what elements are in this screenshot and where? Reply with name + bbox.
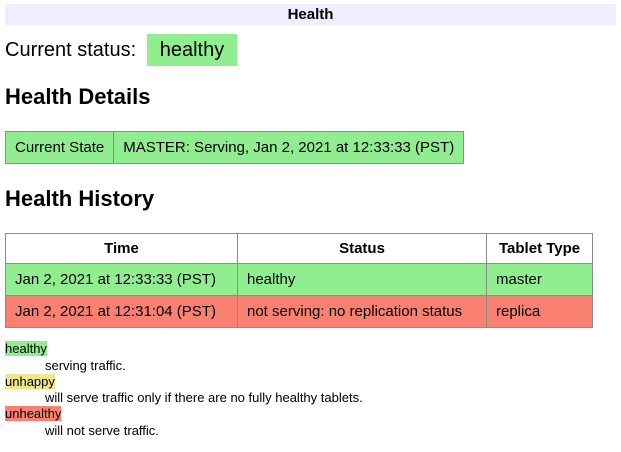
- legend-description-unhappy: will serve traffic only if there are no …: [45, 390, 616, 406]
- history-tablet-type-cell: replica: [487, 296, 593, 328]
- health-history-heading: Health History: [5, 187, 616, 211]
- history-status-cell: not serving: no replication status: [238, 296, 487, 328]
- legend-term-healthy: healthy: [5, 341, 616, 357]
- current-status-line: Current status: healthy: [5, 39, 616, 62]
- legend-description-unhealthy: will not serve traffic.: [45, 423, 616, 439]
- history-time-cell: Jan 2, 2021 at 12:33:33 (PST): [6, 264, 238, 296]
- legend-term-unhealthy: unhealthy: [5, 406, 616, 422]
- history-header-row: Time Status Tablet Type: [6, 234, 593, 264]
- page-title: Health: [288, 6, 334, 23]
- legend-term-unhealthy-badge: unhealthy: [5, 406, 61, 421]
- page-title-bar: Health: [5, 4, 616, 25]
- current-status-label: Current status:: [5, 39, 136, 61]
- health-details-table: Current State MASTER: Serving, Jan 2, 20…: [5, 131, 464, 164]
- legend-term-unhappy: unhappy: [5, 374, 616, 390]
- column-header-time: Time: [6, 234, 238, 264]
- legend-term-unhappy-badge: unhappy: [5, 374, 55, 389]
- history-row: Jan 2, 2021 at 12:31:04 (PST) not servin…: [6, 296, 593, 328]
- history-status-cell: healthy: [238, 264, 487, 296]
- current-status-badge: healthy: [147, 34, 238, 66]
- column-header-tablet-type: Tablet Type: [487, 234, 593, 264]
- current-state-row: Current State MASTER: Serving, Jan 2, 20…: [6, 132, 464, 164]
- column-header-status: Status: [238, 234, 487, 264]
- current-state-value-cell: MASTER: Serving, Jan 2, 2021 at 12:33:33…: [114, 132, 464, 164]
- health-history-table: Time Status Tablet Type Jan 2, 2021 at 1…: [5, 233, 593, 328]
- current-state-label-cell: Current State: [6, 132, 114, 164]
- health-legend: healthy serving traffic. unhappy will se…: [5, 341, 616, 439]
- health-details-heading: Health Details: [5, 85, 616, 109]
- history-tablet-type-cell: master: [487, 264, 593, 296]
- history-time-cell: Jan 2, 2021 at 12:31:04 (PST): [6, 296, 238, 328]
- history-row: Jan 2, 2021 at 12:33:33 (PST) healthy ma…: [6, 264, 593, 296]
- legend-description-healthy: serving traffic.: [45, 358, 616, 374]
- legend-term-healthy-badge: healthy: [5, 341, 47, 356]
